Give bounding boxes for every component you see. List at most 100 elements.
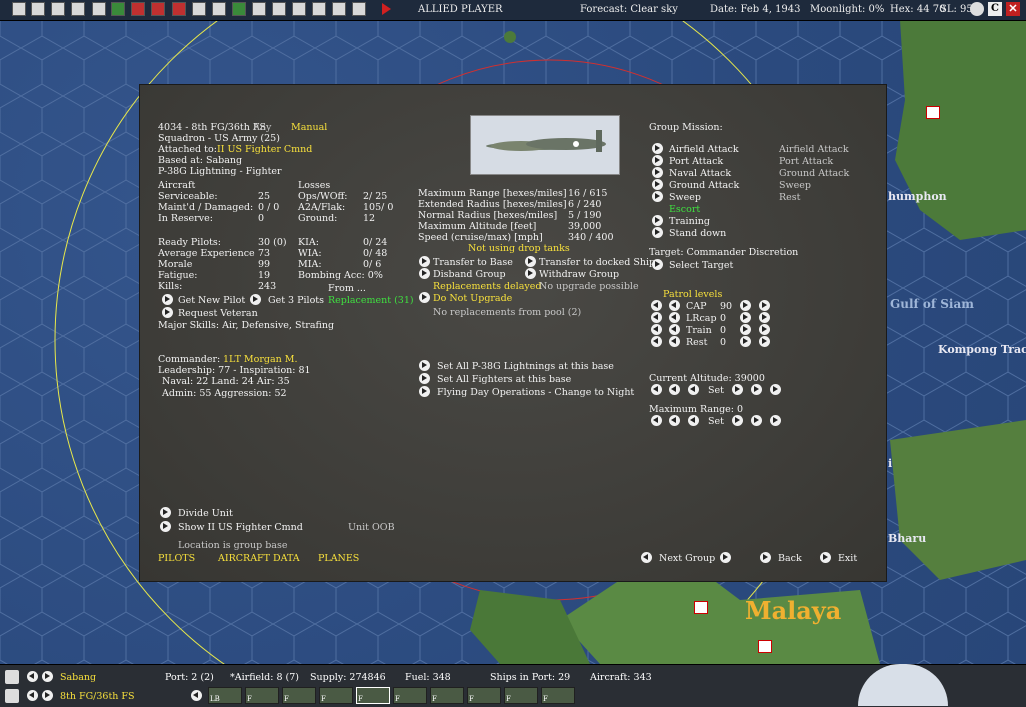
base-marker-icon[interactable]: [694, 601, 708, 614]
aircraft-slot[interactable]: F: [467, 687, 501, 704]
mission-option-selected[interactable]: Escort: [669, 204, 700, 215]
drop-tanks[interactable]: Not using drop tanks: [468, 243, 570, 254]
mission-ground-icon[interactable]: [652, 179, 663, 190]
request-veteran-icon[interactable]: [162, 307, 173, 318]
mission-option[interactable]: Training: [669, 216, 710, 227]
ship-icon[interactable]: [252, 2, 266, 16]
pilots-link[interactable]: PILOTS: [158, 553, 195, 564]
secondary-mission[interactable]: Sweep: [779, 180, 811, 191]
aircraft-type[interactable]: P-38G Lightning - Fighter: [158, 166, 282, 177]
slot-prev-icon[interactable]: [191, 690, 202, 701]
aircraft-slot[interactable]: LB: [208, 687, 242, 704]
set-all-fighters-icon[interactable]: [419, 373, 430, 384]
aircraft-slot[interactable]: F: [282, 687, 316, 704]
patrol-dec-fast-icon[interactable]: [651, 336, 662, 347]
disband-icon[interactable]: [419, 268, 430, 279]
base-icon[interactable]: [5, 670, 19, 684]
set-all-fighters-button[interactable]: Set All Fighters at this base: [437, 374, 571, 385]
show-cmnd-button[interactable]: Show II US Fighter Cmnd: [178, 522, 303, 533]
patrol-dec-icon[interactable]: [669, 300, 680, 311]
plane-icon[interactable]: [192, 2, 206, 16]
patrol-inc-icon[interactable]: [740, 312, 751, 323]
divide-unit-icon[interactable]: [160, 507, 171, 518]
patrol-inc-icon[interactable]: [740, 336, 751, 347]
altitude-dec-fast-icon[interactable]: [651, 384, 662, 395]
transfer-ship-button[interactable]: Transfer to docked Ship: [539, 257, 655, 268]
play-icon[interactable]: [382, 3, 391, 15]
prev-group-icon[interactable]: [641, 552, 652, 563]
altitude-inc-fast-icon[interactable]: [770, 384, 781, 395]
next-group-icon[interactable]: [42, 690, 53, 701]
transfer-base-icon[interactable]: [419, 256, 430, 267]
mission-standdown-icon[interactable]: [652, 227, 663, 238]
patrol-inc-fast-icon[interactable]: [759, 312, 770, 323]
aircraft-slot[interactable]: F: [245, 687, 279, 704]
patrol-dec-fast-icon[interactable]: [651, 312, 662, 323]
mission-sweep-icon[interactable]: [652, 191, 663, 202]
mission-port-icon[interactable]: [652, 155, 663, 166]
divide-unit-button[interactable]: Divide Unit: [178, 508, 233, 519]
document-icon[interactable]: [332, 2, 346, 16]
flying-day-icon[interactable]: [419, 386, 430, 397]
base-name[interactable]: Sabang: [60, 672, 96, 683]
flag-icon[interactable]: [172, 2, 186, 16]
exit-button[interactable]: Exit: [838, 553, 857, 564]
op-icon[interactable]: [312, 2, 326, 16]
do-not-upgrade-button[interactable]: Do Not Upgrade: [433, 293, 512, 304]
exit-icon[interactable]: [820, 552, 831, 563]
range-inc-small-icon[interactable]: [732, 415, 743, 426]
secondary-mission[interactable]: Airfield Attack: [779, 144, 849, 155]
patrol-dec-icon[interactable]: [669, 336, 680, 347]
plane-icon[interactable]: [5, 689, 19, 703]
patrol-inc-icon[interactable]: [740, 300, 751, 311]
do-not-upgrade-icon[interactable]: [419, 292, 430, 303]
attached-value[interactable]: II US Fighter Cmnd: [217, 144, 312, 155]
base-marker-icon[interactable]: [926, 106, 940, 119]
map-icon[interactable]: [12, 2, 26, 16]
mission-option[interactable]: Naval Attack: [669, 168, 731, 179]
info-icon[interactable]: [92, 2, 106, 16]
altitude-dec-icon[interactable]: [669, 384, 680, 395]
replacements-delayed[interactable]: Replacements delayed: [433, 281, 541, 292]
unit-any[interactable]: Any: [253, 122, 271, 133]
get-3-pilots-icon[interactable]: [250, 294, 261, 305]
aircraft-slot[interactable]: F: [504, 687, 538, 704]
withdraw-button[interactable]: Withdraw Group: [539, 269, 619, 280]
patrol-inc-icon[interactable]: [740, 324, 751, 335]
altitude-dec-small-icon[interactable]: [688, 384, 699, 395]
aircraft-slot[interactable]: F: [430, 687, 464, 704]
get-new-pilot-icon[interactable]: [162, 294, 173, 305]
mission-airfield-icon[interactable]: [652, 143, 663, 154]
aircraft-slot[interactable]: F: [541, 687, 575, 704]
range-set-button[interactable]: Set: [708, 416, 724, 427]
secondary-mission[interactable]: Ground Attack: [779, 168, 849, 179]
patrol-inc-fast-icon[interactable]: [759, 300, 770, 311]
bar-chart-icon[interactable]: [212, 2, 226, 16]
mission-option[interactable]: Port Attack: [669, 156, 723, 167]
mission-naval-icon[interactable]: [652, 167, 663, 178]
transfer-base-button[interactable]: Transfer to Base: [433, 257, 513, 268]
next-group-icon[interactable]: [720, 552, 731, 563]
next-group-button[interactable]: Next Group: [659, 553, 715, 564]
planes-link[interactable]: PLANES: [318, 553, 359, 564]
range-dec-small-icon[interactable]: [688, 415, 699, 426]
unit-oob-button[interactable]: Unit OOB: [348, 522, 395, 533]
range-dec-fast-icon[interactable]: [651, 415, 662, 426]
select-target-button[interactable]: Select Target: [669, 260, 733, 271]
altitude-set-button[interactable]: Set: [708, 385, 724, 396]
get-new-pilot-button[interactable]: Get New Pilot: [178, 295, 245, 306]
list-icon[interactable]: [51, 2, 65, 16]
get-3-pilots-button[interactable]: Get 3 Pilots: [268, 295, 324, 306]
back-icon[interactable]: [760, 552, 771, 563]
disband-button[interactable]: Disband Group: [433, 269, 506, 280]
close-icon[interactable]: ✕: [1006, 2, 1020, 16]
withdraw-icon[interactable]: [525, 268, 536, 279]
set-all-p38-icon[interactable]: [419, 360, 430, 371]
mission-option[interactable]: Ground Attack: [669, 180, 739, 191]
report-icon[interactable]: [31, 2, 45, 16]
patrol-inc-fast-icon[interactable]: [759, 324, 770, 335]
range-inc-icon[interactable]: [751, 415, 762, 426]
patrol-dec-icon[interactable]: [669, 312, 680, 323]
calendar-icon[interactable]: [71, 2, 85, 16]
commander-name[interactable]: 1LT Morgan M.: [223, 354, 298, 365]
